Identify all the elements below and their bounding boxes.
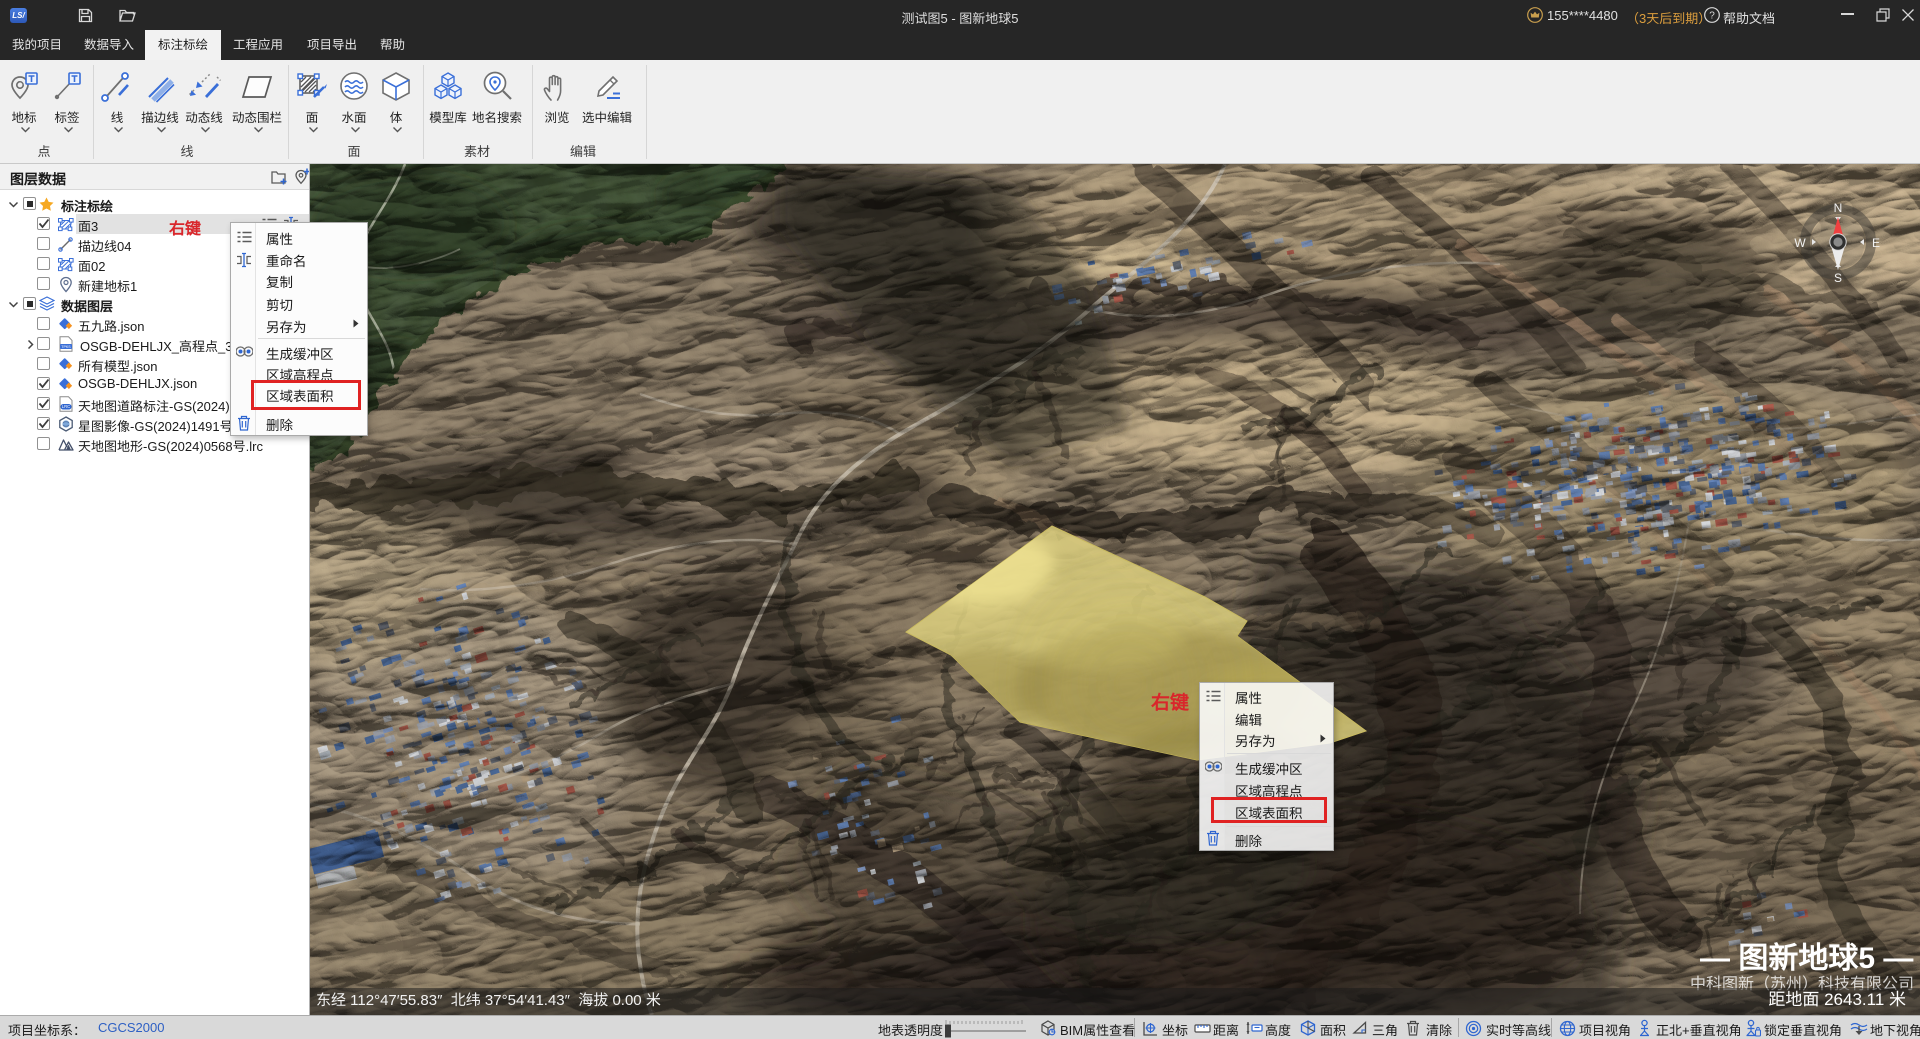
svg-text:W: W	[1794, 236, 1806, 250]
svg-text:E: E	[1872, 236, 1880, 250]
svg-text:TPKS: TPKS	[61, 345, 71, 349]
svg-text:?: ?	[1709, 11, 1715, 22]
svg-text:N: N	[1834, 201, 1843, 215]
svg-text:S: S	[1834, 271, 1842, 285]
svg-text:LRC: LRC	[62, 404, 70, 409]
